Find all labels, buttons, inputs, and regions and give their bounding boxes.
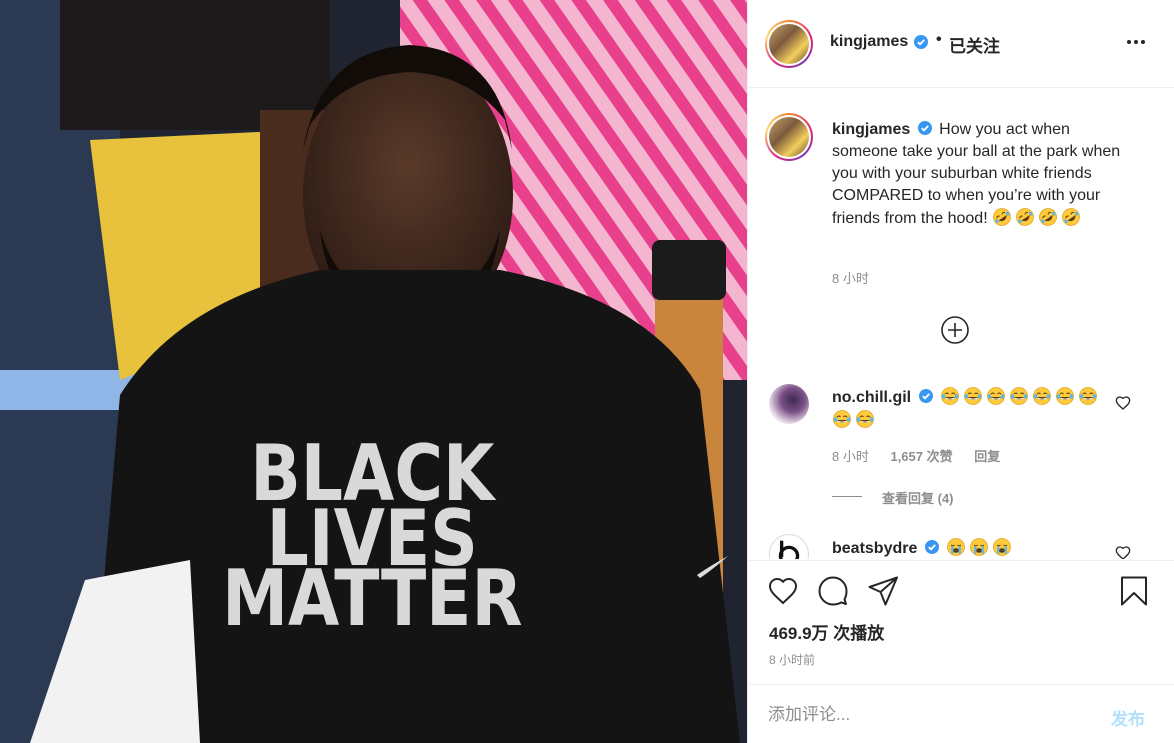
plus-circle-icon[interactable] [940,315,970,345]
tears-of-joy-emoji-icon [1033,387,1051,405]
loudly-crying-emoji-icon [970,538,989,556]
comment-icon[interactable] [817,575,849,607]
verified-badge-icon [914,35,928,49]
tears-of-joy-emoji-icon [1079,387,1097,405]
share-icon[interactable] [867,575,899,607]
rolling-laughing-emoji-icon [993,208,1011,226]
comment-meta: 8 小时 1,657 次赞 回复 [832,446,1018,465]
bookmark-icon[interactable] [1118,575,1150,607]
video-frame: BLACK LIVES MATTER [0,0,747,743]
author-avatar[interactable] [765,20,813,68]
more-horizontal-icon[interactable] [1124,30,1148,54]
comment-likes-count[interactable]: 1,657 次赞 [890,449,952,464]
shirt-text-line3: MATTER [222,554,522,645]
verified-badge-icon [924,540,939,554]
view-replies-divider [832,496,862,497]
posted-time: 8 小时前 [769,653,816,667]
verified-badge-icon [918,389,933,403]
comment-text-block: no.chill.gil [832,386,1102,432]
tears-of-joy-emoji-icon [964,387,982,405]
verified-badge-icon [917,121,932,135]
commenter-username[interactable]: beatsbydre [832,540,917,557]
comment-input[interactable] [768,703,1088,727]
tears-of-joy-emoji-icon [941,387,959,405]
post-detail-panel: kingjames • 已关注 kingjames How you act wh… [747,0,1174,743]
comment-text-block: beatsbydre [832,537,1102,559]
rolling-laughing-emoji-icon [1062,208,1080,226]
commenter-avatar[interactable] [769,534,809,559]
tears-of-joy-emoji-icon [1056,387,1074,405]
following-button[interactable]: 已关注 [949,32,1000,57]
view-count[interactable]: 469.9万 次播放 [769,619,884,644]
tears-of-joy-emoji-icon [1010,387,1028,405]
loudly-crying-emoji-icon [947,538,966,556]
loudly-crying-emoji-icon [993,538,1012,556]
tears-of-joy-emoji-icon [833,410,851,428]
post-comment-button[interactable]: 发布 [1111,705,1145,730]
caption-avatar[interactable] [765,113,813,161]
caption-text-block: kingjames How you act when someone take … [832,119,1122,230]
commenter-avatar[interactable] [769,384,809,424]
add-comment-bar: 发布 [748,684,1174,743]
commenter-username[interactable]: no.chill.gil [832,389,911,406]
heart-icon[interactable] [767,575,799,607]
caption-emoji-group [992,208,1084,227]
beats-logo-icon [778,540,800,559]
comments-scroll-area[interactable]: kingjames How you act when someone take … [748,89,1174,559]
author-username[interactable]: kingjames [830,33,908,51]
post-header: kingjames • 已关注 [748,0,1174,88]
caption-username[interactable]: kingjames [832,121,910,138]
caption-timestamp: 8 小时 [832,271,869,286]
heart-outline-icon[interactable] [1115,395,1131,411]
header-separator: • [936,31,942,48]
comment-timestamp: 8 小时 [832,449,869,464]
reply-button[interactable]: 回复 [974,449,1000,464]
rolling-laughing-emoji-icon [1039,208,1057,226]
comment-emoji-group [946,538,1015,557]
view-replies-label: 查看回复 (4) [882,491,954,506]
heart-outline-icon[interactable] [1115,545,1131,559]
rolling-laughing-emoji-icon [1016,208,1034,226]
tears-of-joy-emoji-icon [856,410,874,428]
post-media-video[interactable]: BLACK LIVES MATTER [0,0,747,743]
tears-of-joy-emoji-icon [987,387,1005,405]
